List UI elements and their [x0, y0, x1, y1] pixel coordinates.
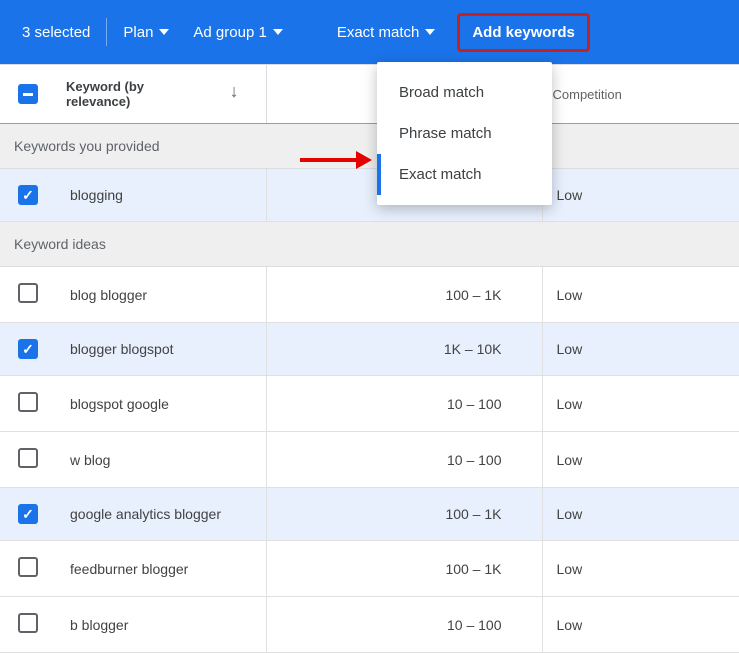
select-all-checkbox[interactable]: [18, 84, 38, 104]
table-header-row: Keyword (by relevance) ↓ Competition: [0, 65, 739, 124]
cell-competition: Low: [542, 323, 739, 376]
adgroup-dropdown[interactable]: Ad group 1: [181, 16, 294, 49]
match-type-menu: Broad match Phrase match Exact match: [377, 62, 552, 205]
chevron-down-icon: [425, 29, 435, 35]
cell-keyword: blog blogger: [56, 267, 266, 323]
match-option-exact[interactable]: Exact match: [377, 154, 552, 195]
cell-search-volume: 10 – 100: [266, 432, 542, 488]
table-row: feedburner blogger100 – 1KLow: [0, 541, 739, 597]
cell-search-volume: 100 – 1K: [266, 267, 542, 323]
row-checkbox[interactable]: [18, 613, 38, 633]
add-keywords-label: Add keywords: [472, 24, 575, 41]
table-row: blogger blogspot1K – 10KLow: [0, 323, 739, 376]
cell-search-volume: 10 – 100: [266, 376, 542, 432]
plan-label: Plan: [123, 24, 153, 41]
header-competition[interactable]: Competition: [542, 65, 739, 124]
table-row: b blogger10 – 100Low: [0, 597, 739, 653]
match-type-label: Exact match: [337, 24, 420, 41]
table-row: google analytics blogger100 – 1KLow: [0, 488, 739, 541]
selected-count: 3 selected: [10, 16, 102, 49]
table-row: blogging100K – 1MLow: [0, 169, 739, 222]
cell-competition: Low: [542, 376, 739, 432]
adgroup-label: Ad group 1: [193, 24, 266, 41]
row-checkbox[interactable]: [18, 448, 38, 468]
row-checkbox[interactable]: [18, 283, 38, 303]
header-keyword[interactable]: Keyword (by relevance): [66, 79, 196, 109]
cell-competition: Low: [542, 267, 739, 323]
chevron-down-icon: [273, 29, 283, 35]
cell-competition: Low: [542, 541, 739, 597]
arrow-annotation: [300, 151, 378, 169]
cell-keyword: blogspot google: [56, 376, 266, 432]
cell-keyword: blogging: [56, 169, 266, 222]
section-ideas-label: Keyword ideas: [0, 222, 739, 267]
cell-keyword: google analytics blogger: [56, 488, 266, 541]
cell-search-volume: 100 – 1K: [266, 541, 542, 597]
cell-competition: Low: [542, 488, 739, 541]
match-option-broad[interactable]: Broad match: [377, 72, 552, 113]
row-checkbox[interactable]: [18, 339, 38, 359]
cell-competition: Low: [542, 597, 739, 653]
cell-search-volume: 10 – 100: [266, 597, 542, 653]
cell-keyword: w blog: [56, 432, 266, 488]
arrow-down-icon[interactable]: ↓: [230, 81, 239, 101]
row-checkbox[interactable]: [18, 185, 38, 205]
row-checkbox[interactable]: [18, 392, 38, 412]
row-checkbox[interactable]: [18, 504, 38, 524]
row-checkbox[interactable]: [18, 557, 38, 577]
match-option-phrase[interactable]: Phrase match: [377, 113, 552, 154]
toolbar-divider: [106, 18, 107, 46]
cell-search-volume: 1K – 10K: [266, 323, 542, 376]
table-row: blogspot google10 – 100Low: [0, 376, 739, 432]
cell-keyword: b blogger: [56, 597, 266, 653]
chevron-down-icon: [159, 29, 169, 35]
cell-competition: Low: [542, 432, 739, 488]
action-toolbar: 3 selected Plan Ad group 1 Exact match A…: [0, 0, 739, 64]
match-type-dropdown[interactable]: Exact match: [325, 16, 448, 49]
table-row: blog blogger100 – 1KLow: [0, 267, 739, 323]
cell-keyword: feedburner blogger: [56, 541, 266, 597]
plan-dropdown[interactable]: Plan: [111, 16, 181, 49]
cell-keyword: blogger blogspot: [56, 323, 266, 376]
cell-competition: Low: [542, 169, 739, 222]
cell-search-volume: 100 – 1K: [266, 488, 542, 541]
table-row: w blog10 – 100Low: [0, 432, 739, 488]
add-keywords-button[interactable]: Add keywords: [457, 13, 590, 52]
section-ideas: Keyword ideas: [0, 222, 739, 267]
